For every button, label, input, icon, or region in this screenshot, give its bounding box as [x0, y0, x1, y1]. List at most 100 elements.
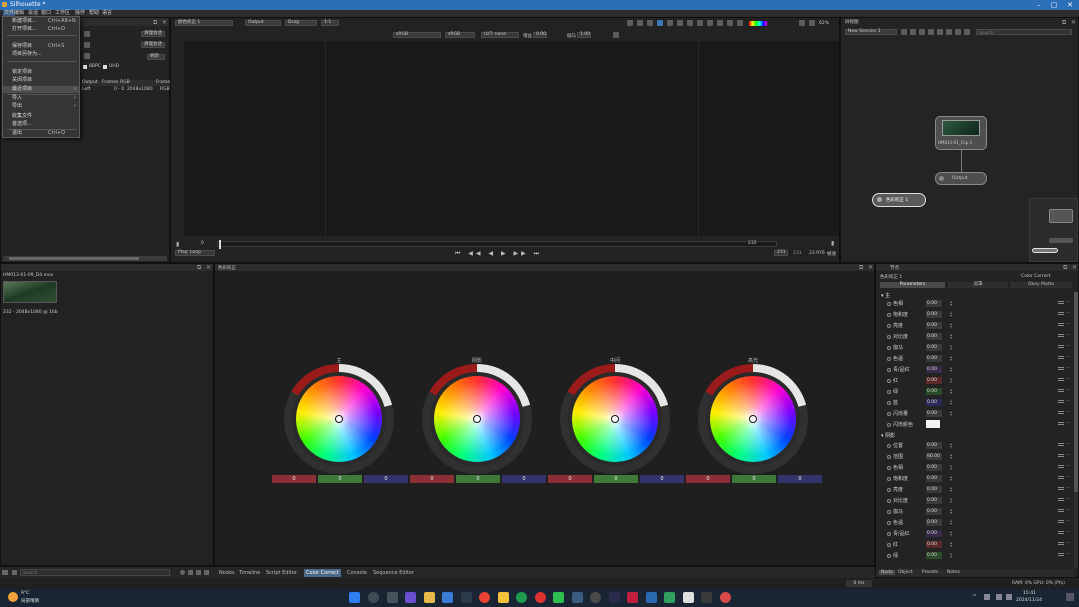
param-master-row[interactable]: 闪烁量 0.00 ▴ ▾ ···	[880, 408, 1074, 419]
tab-console[interactable]: Console	[345, 569, 369, 577]
close-button[interactable]: ✕	[1063, 0, 1077, 10]
keyframe-icon[interactable]	[887, 401, 891, 405]
param-master-value-field[interactable]: 0.00	[926, 366, 942, 373]
stepper-icon[interactable]: ▴ ▾	[950, 300, 952, 307]
param-master-value-field[interactable]: 0.00	[926, 333, 942, 340]
horizontal-scrollbar[interactable]	[3, 256, 167, 261]
stepper-icon[interactable]: ▴ ▾	[950, 311, 952, 318]
compare-icon[interactable]	[799, 20, 805, 26]
stepper-icon[interactable]: ▴ ▾	[950, 410, 952, 417]
node-panel-float-icon[interactable]: ⧉	[1063, 264, 1067, 272]
more-options-icon[interactable]: ···	[1066, 354, 1071, 360]
param-shadows-value-field[interactable]: 80.00	[926, 453, 942, 460]
more-options-icon[interactable]: ···	[1066, 398, 1071, 404]
more-options-icon[interactable]: ···	[1066, 507, 1071, 513]
more-options-icon[interactable]: ···	[1066, 452, 1071, 458]
col-rgb[interactable]: RGB	[120, 80, 130, 85]
stepper-icon[interactable]: ▴ ▾	[950, 475, 952, 482]
grid-icon[interactable]	[647, 20, 653, 26]
reset-icon[interactable]	[1058, 498, 1064, 501]
stepper-icon[interactable]: ▴ ▾	[950, 442, 952, 449]
menu-item-export[interactable]: 导出 ›	[3, 103, 79, 110]
keyframe-icon[interactable]	[887, 379, 891, 383]
param-master-value-field[interactable]: 0.00	[926, 377, 942, 384]
trees-close-icon[interactable]: ✕	[1071, 19, 1076, 26]
media-thumbnail[interactable]	[3, 281, 57, 303]
param-shadows-row[interactable]: 范围 80.00 ▴ ▾ ···	[880, 451, 1074, 462]
viewer-tool-icon-1[interactable]	[627, 20, 633, 26]
more-options-icon[interactable]: ···	[1066, 365, 1071, 371]
list-view-icon[interactable]	[188, 570, 193, 575]
menu-language[interactable]: 语言	[102, 10, 112, 17]
param-master-row[interactable]: 色相 0.00 ▴ ▾ ···	[880, 298, 1074, 309]
lut-dropdown[interactable]: LUT: none	[481, 32, 519, 38]
colorspace-b-dropdown[interactable]: sRGB	[445, 32, 475, 38]
param-master-row[interactable]: 对比度 0.00 ▴ ▾ ···	[880, 331, 1074, 342]
wechat-icon[interactable]	[553, 592, 564, 603]
rgb-channels-icon[interactable]	[749, 21, 767, 26]
wheel-midtones-red[interactable]: 0	[548, 475, 592, 483]
wheel-shadows-green[interactable]: 0	[456, 475, 500, 483]
node-output[interactable]: Output	[935, 172, 987, 185]
param-shadows-value-field[interactable]: 0.00	[926, 442, 942, 449]
wheel-midtones-green[interactable]: 0	[594, 475, 638, 483]
chrome-icon[interactable]	[479, 592, 490, 603]
reset-icon[interactable]	[1058, 465, 1064, 468]
keyframe-icon[interactable]	[887, 510, 891, 514]
wheel-highlights-red[interactable]: 0	[686, 475, 730, 483]
zoom-icon[interactable]	[677, 20, 683, 26]
layout-icon[interactable]	[2, 570, 8, 575]
param-shadows-row[interactable]: 红 0.00 ▴ ▾ ···	[880, 539, 1074, 550]
menu-item-save-project[interactable]: 保存项目 Ctrl+S	[3, 43, 79, 50]
gamma-field[interactable]: 1.00	[577, 32, 591, 38]
tree-tool-icon-3[interactable]	[919, 29, 925, 35]
tab-parameters[interactable]: Parameters	[880, 282, 945, 288]
timeline-scrubber[interactable]	[217, 240, 777, 249]
color-swatch[interactable]	[926, 420, 940, 428]
app-icon-7[interactable]	[461, 592, 472, 603]
param-master-value-field[interactable]: 0.00	[926, 355, 942, 362]
keyframe-icon[interactable]	[887, 335, 891, 339]
panel-close-icon[interactable]: ✕	[162, 19, 167, 26]
tab-notes[interactable]: Notes	[947, 570, 960, 575]
wheel-shadows-blue[interactable]: 0	[502, 475, 546, 483]
app-icon-13[interactable]	[572, 592, 583, 603]
param-master-row[interactable]: 红 0.00 ▴ ▾ ···	[880, 375, 1074, 386]
keyframe-icon[interactable]	[887, 521, 891, 525]
reset-icon[interactable]	[1058, 301, 1064, 304]
stepper-icon[interactable]: ▴ ▾	[950, 497, 952, 504]
more-options-icon[interactable]: ···	[1066, 343, 1071, 349]
keyframe-icon[interactable]	[887, 368, 891, 372]
fit-icon[interactable]	[667, 20, 673, 26]
uhd-checkbox[interactable]	[103, 65, 107, 69]
param-shadows-value-field[interactable]: 0.00	[926, 541, 942, 548]
col-frame[interactable]: Frame	[156, 80, 170, 85]
param-master-value-field[interactable]: 0.00	[926, 300, 942, 307]
wheel-shadows[interactable]	[422, 364, 532, 474]
keyframe-icon[interactable]	[887, 302, 891, 306]
param-shadows-value-field[interactable]: 0.00	[926, 508, 942, 515]
reset-icon[interactable]	[1058, 476, 1064, 479]
zoom-readout[interactable]: 62%	[819, 21, 829, 26]
app-icon-19[interactable]	[683, 592, 694, 603]
panel-float-icon[interactable]: ⧉	[153, 19, 157, 27]
reset-icon[interactable]	[1058, 334, 1064, 337]
param-master-row[interactable]: 饱和度 0.00 ▴ ▾ ···	[880, 309, 1074, 320]
reset-icon[interactable]	[1058, 356, 1064, 359]
reset-icon[interactable]	[1058, 389, 1064, 392]
tree-tool-icon-1[interactable]	[901, 29, 907, 35]
tab-node[interactable]: Node	[879, 570, 895, 575]
tree-tool-icon-2[interactable]	[910, 29, 916, 35]
param-master-row[interactable]: 青/品红 0.00 ▴ ▾ ···	[880, 364, 1074, 375]
color-correct-float-icon[interactable]: ⧉	[859, 264, 863, 272]
col-frames[interactable]: Frames	[102, 80, 118, 85]
more-options-icon[interactable]: ···	[1066, 518, 1071, 524]
more-options-icon[interactable]: ···	[1066, 496, 1071, 502]
tab-color-correct[interactable]: Color Correct	[304, 569, 341, 577]
wheel-shadows-handle[interactable]	[473, 415, 481, 423]
node-source[interactable]: HM013-01_Clip-1	[935, 116, 987, 150]
store-icon[interactable]	[442, 592, 453, 603]
mask-icon[interactable]	[697, 20, 703, 26]
param-master-row[interactable]: 闪烁颜色 ···	[880, 419, 1074, 430]
keyframe-icon[interactable]	[887, 554, 891, 558]
